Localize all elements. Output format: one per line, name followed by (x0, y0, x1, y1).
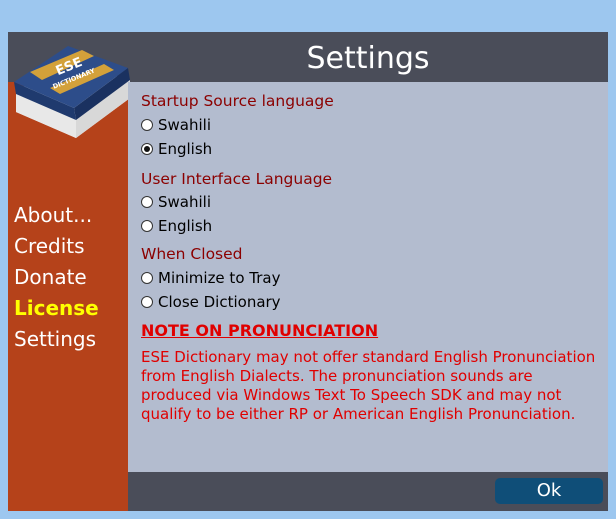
window-frame-top (0, 0, 616, 32)
sidebar-item-donate[interactable]: Donate (14, 262, 99, 293)
startup-source-language-label: Startup Source language (141, 92, 334, 110)
dictionary-book-logo: ESE DICTIONARY (14, 46, 130, 138)
ui-language-swahili-radio[interactable]: Swahili (141, 192, 211, 212)
window-frame-left (0, 0, 8, 519)
radio-label: Minimize to Tray (158, 269, 281, 287)
radio-label: Swahili (158, 116, 211, 134)
window-frame-right (608, 0, 616, 519)
radio-circle[interactable] (141, 119, 153, 131)
radio-label: English (158, 140, 213, 158)
radio-circle[interactable] (141, 272, 153, 284)
startup-source-english-radio[interactable]: English (141, 139, 212, 159)
startup-source-swahili-radio[interactable]: Swahili (141, 115, 211, 135)
when-closed-label: When Closed (141, 245, 243, 263)
settings-window: About... Credits Donate License Settings… (8, 32, 608, 511)
radio-label: Close Dictionary (158, 293, 281, 311)
settings-panel: Startup Source language Swahili English … (128, 82, 608, 472)
radio-label: English (158, 217, 213, 235)
pronunciation-note-text: ESE Dictionary may not offer standard En… (141, 348, 596, 423)
sidebar-item-credits[interactable]: Credits (14, 231, 99, 262)
ui-language-english-radio[interactable]: English (141, 216, 212, 236)
sidebar-item-settings[interactable]: Settings (14, 324, 99, 355)
radio-circle[interactable] (141, 296, 153, 308)
close-dictionary-radio[interactable]: Close Dictionary (141, 292, 281, 312)
radio-circle[interactable] (141, 196, 153, 208)
minimize-to-tray-radio[interactable]: Minimize to Tray (141, 268, 280, 288)
ui-language-label: User Interface Language (141, 170, 333, 188)
radio-label: Swahili (158, 193, 211, 211)
sidebar-item-license[interactable]: License (14, 293, 99, 324)
sidebar-nav: About... Credits Donate License Settings (14, 200, 99, 355)
sidebar-item-about[interactable]: About... (14, 200, 99, 231)
pronunciation-note-heading: NOTE ON PRONUNCIATION (141, 321, 379, 340)
window-frame-bottom (0, 511, 616, 519)
radio-circle[interactable] (141, 220, 153, 232)
ok-button[interactable]: Ok (495, 478, 603, 504)
radio-circle[interactable] (141, 143, 153, 155)
page-title: Settings (306, 41, 430, 76)
